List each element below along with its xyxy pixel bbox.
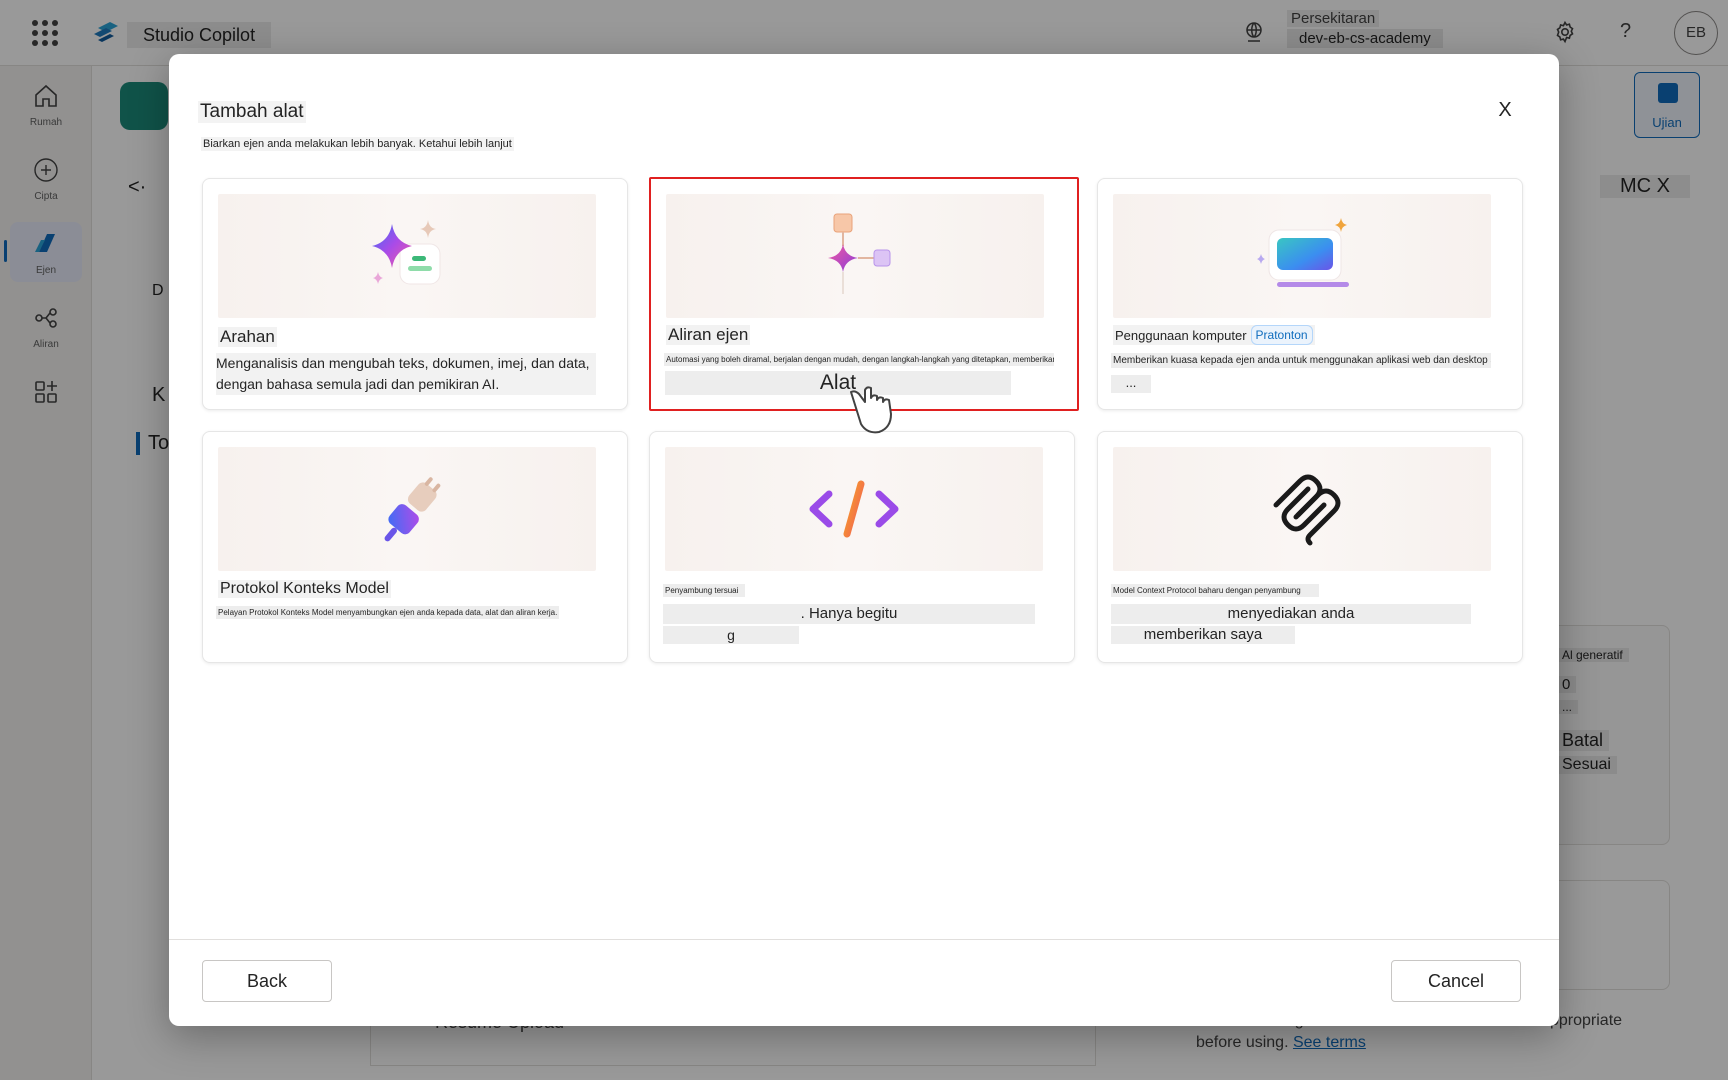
tool-card-model-context-protocol[interactable]: Protokol Konteks Model Pelayan Protokol … [202, 431, 628, 663]
card-title: Penggunaan komputer [1115, 328, 1247, 343]
dialog-footer-divider [169, 939, 1559, 940]
preview-badge: Pratonton [1250, 325, 1313, 345]
tool-overlay-label: Alat [665, 371, 1011, 395]
card-thumbnail [218, 194, 596, 318]
card-description-line: memberikan saya [1111, 626, 1295, 644]
cancel-button[interactable]: Cancel [1391, 960, 1521, 1002]
tool-card-agent-flow[interactable]: Aliran ejen Automasi yang boleh diramal,… [649, 177, 1079, 411]
tool-card-computer-use[interactable]: Penggunaan komputer Pratonton Memberikan … [1097, 178, 1523, 410]
add-tool-dialog: Tambah alat Biarkan ejen anda melakukan … [169, 54, 1559, 1026]
card-title: Arahan [218, 327, 277, 347]
mcp-plug-icon [384, 477, 441, 542]
card-title: Aliran ejen [666, 325, 751, 345]
card-title: Penyambung tersuai [663, 584, 745, 597]
dialog-title: Tambah alat [198, 101, 306, 123]
card-description-line: g [663, 626, 799, 644]
card-description: Pelayan Protokol Konteks Model menyambun… [216, 606, 560, 619]
prompt-sparkle-icon [372, 220, 441, 285]
card-more: ... [1111, 375, 1151, 393]
card-title-row: Penggunaan komputer Pratonton [1113, 325, 1315, 345]
tool-card-mcp-onboarding[interactable]: Model Context Protocol baharu dengan pen… [1097, 431, 1523, 663]
card-description: Menganalisis dan mengubah teks, dokumen,… [216, 353, 596, 395]
card-description-line: menyediakan anda [1111, 604, 1471, 624]
custom-connector-code-icon [809, 480, 899, 538]
card-thumbnail [1113, 194, 1491, 318]
mcp-logo-icon [1273, 474, 1341, 546]
card-description: Automasi yang boleh diramal, berjalan de… [664, 353, 1054, 366]
card-description: Memberikan kuasa kepada ejen anda untuk … [1111, 353, 1491, 368]
card-thumbnail [665, 447, 1043, 571]
back-button[interactable]: Back [202, 960, 332, 1002]
close-button[interactable]: X [1489, 94, 1521, 126]
agent-flow-icon [828, 213, 891, 294]
card-thumbnail [218, 447, 596, 571]
card-thumbnail [666, 194, 1044, 318]
computer-use-icon [1257, 218, 1349, 287]
dialog-subtitle[interactable]: Biarkan ejen anda melakukan lebih banyak… [201, 137, 514, 151]
card-title: Model Context Protocol baharu dengan pen… [1111, 584, 1319, 597]
tool-card-prompt[interactable]: Arahan Menganalisis dan mengubah teks, d… [202, 178, 628, 410]
tool-card-custom-connector[interactable]: Penyambung tersuai . Hanya begitu g [649, 431, 1075, 663]
card-description-line: . Hanya begitu [663, 604, 1035, 624]
card-title: Protokol Konteks Model [218, 580, 391, 598]
hand-cursor-icon [850, 386, 892, 434]
card-thumbnail [1113, 447, 1491, 571]
